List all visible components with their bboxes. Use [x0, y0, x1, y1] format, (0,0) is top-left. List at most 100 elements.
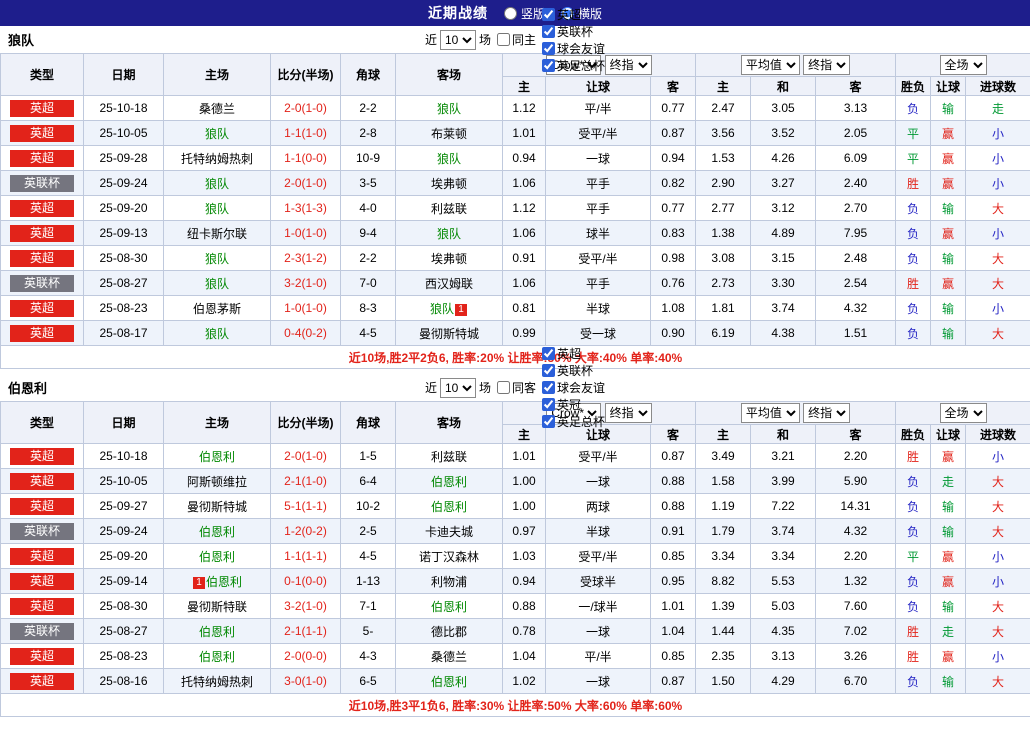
team-link[interactable]: 狼队	[205, 327, 229, 341]
league-filter-checkbox[interactable]	[542, 381, 555, 394]
avg-time-select[interactable]: 终指	[803, 55, 850, 75]
league-filter[interactable]: 英足总杯	[539, 413, 605, 430]
team-link[interactable]: 伯恩利	[431, 600, 467, 614]
score-cell[interactable]: 1-0(1-0)	[271, 221, 341, 246]
team-link[interactable]: 利兹联	[431, 450, 467, 464]
result-wdl-cell: 负	[896, 221, 931, 246]
team-link[interactable]: 桑德兰	[199, 102, 235, 116]
scope-select[interactable]: 全场	[940, 55, 987, 75]
team-link[interactable]: 狼队	[205, 202, 229, 216]
score-cell[interactable]: 0-4(0-2)	[271, 321, 341, 346]
corner-cell: 7-1	[341, 594, 396, 619]
match-count-select[interactable]: 10	[440, 30, 476, 50]
team-link[interactable]: 伯恩利	[199, 650, 235, 664]
same-venue-checkbox[interactable]	[497, 381, 510, 394]
league-filter-checkbox[interactable]	[542, 347, 555, 360]
team-link[interactable]: 卡迪夫城	[425, 525, 473, 539]
same-venue-filter[interactable]: 同主	[494, 31, 536, 48]
team-link[interactable]: 桑德兰	[431, 650, 467, 664]
team-link[interactable]: 伯恩利	[431, 500, 467, 514]
league-filter-checkbox[interactable]	[542, 364, 555, 377]
scope-select[interactable]: 全场	[940, 403, 987, 423]
team-link[interactable]: 伯恩利	[199, 625, 235, 639]
team-link[interactable]: 埃弗顿	[431, 177, 467, 191]
team-link[interactable]: 伯恩利	[431, 475, 467, 489]
team-link[interactable]: 埃弗顿	[431, 252, 467, 266]
team-link[interactable]: 布莱顿	[431, 127, 467, 141]
team-link[interactable]: 伯恩茅斯	[193, 302, 241, 316]
team-link[interactable]: 利物浦	[431, 575, 467, 589]
team-link[interactable]: 曼彻斯特城	[187, 500, 247, 514]
league-filter[interactable]: 英冠	[539, 396, 605, 413]
score-cell[interactable]: 2-0(0-0)	[271, 644, 341, 669]
odds-time-select[interactable]: 终指	[605, 403, 652, 423]
league-filter[interactable]: 英超	[539, 6, 605, 23]
result-handicap-cell: 走	[931, 469, 966, 494]
team-link[interactable]: 伯恩利	[431, 675, 467, 689]
same-venue-checkbox[interactable]	[497, 33, 510, 46]
team-link[interactable]: 伯恩利	[206, 575, 242, 589]
score-cell[interactable]: 1-1(1-1)	[271, 544, 341, 569]
same-venue-filter[interactable]: 同客	[494, 379, 536, 396]
odds-time-select[interactable]: 终指	[605, 55, 652, 75]
score-cell[interactable]: 1-2(0-2)	[271, 519, 341, 544]
team-link[interactable]: 利兹联	[431, 202, 467, 216]
team-link[interactable]: 纽卡斯尔联	[187, 227, 247, 241]
league-filter-checkbox[interactable]	[542, 25, 555, 38]
score-cell[interactable]: 3-2(1-0)	[271, 271, 341, 296]
score-cell[interactable]: 2-0(1-0)	[271, 171, 341, 196]
team-link[interactable]: 阿斯顿维拉	[187, 475, 247, 489]
league-filter[interactable]: 球会友谊	[539, 379, 605, 396]
league-badge: 英超	[10, 325, 74, 342]
avg-home-cell: 3.34	[696, 544, 751, 569]
score-cell[interactable]: 0-1(0-0)	[271, 569, 341, 594]
handicap-cell: 平手	[546, 271, 651, 296]
match-row: 英超25-09-28托特纳姆热刺1-1(0-0)10-9狼队0.94一球0.94…	[1, 146, 1030, 171]
team-link[interactable]: 德比郡	[431, 625, 467, 639]
league-filter[interactable]: 英足总杯	[539, 57, 605, 74]
avg-type-select[interactable]: 平均值	[741, 403, 800, 423]
team-link[interactable]: 曼彻斯特联	[187, 600, 247, 614]
league-filter[interactable]: 英联杯	[539, 23, 605, 40]
team-link[interactable]: 诺丁汉森林	[419, 550, 479, 564]
league-filter-checkbox[interactable]	[542, 59, 555, 72]
league-filter[interactable]: 英联杯	[539, 362, 605, 379]
score-cell[interactable]: 2-1(1-1)	[271, 619, 341, 644]
team-link[interactable]: 狼队	[205, 127, 229, 141]
team-link[interactable]: 伯恩利	[199, 525, 235, 539]
score-cell[interactable]: 2-3(1-2)	[271, 246, 341, 271]
score-cell[interactable]: 2-0(1-0)	[271, 444, 341, 469]
result-goals-cell: 大	[966, 494, 1030, 519]
team-link[interactable]: 狼队	[437, 152, 461, 166]
avg-type-select[interactable]: 平均值	[741, 55, 800, 75]
avg-time-select[interactable]: 终指	[803, 403, 850, 423]
league-filter-checkbox[interactable]	[542, 415, 555, 428]
team-link[interactable]: 托特纳姆热刺	[181, 152, 253, 166]
score-cell[interactable]: 1-0(1-0)	[271, 296, 341, 321]
score-cell[interactable]: 3-0(1-0)	[271, 669, 341, 694]
score-cell[interactable]: 1-3(1-3)	[271, 196, 341, 221]
team-link[interactable]: 狼队	[205, 277, 229, 291]
score-cell[interactable]: 3-2(1-0)	[271, 594, 341, 619]
score-cell[interactable]: 2-1(1-0)	[271, 469, 341, 494]
score-cell[interactable]: 2-0(1-0)	[271, 96, 341, 121]
match-count-select[interactable]: 10	[440, 378, 476, 398]
score-cell[interactable]: 1-1(1-0)	[271, 121, 341, 146]
league-filter-checkbox[interactable]	[542, 8, 555, 21]
score-cell[interactable]: 1-1(0-0)	[271, 146, 341, 171]
team-link[interactable]: 狼队	[437, 227, 461, 241]
team-link[interactable]: 托特纳姆热刺	[181, 675, 253, 689]
league-filter-checkbox[interactable]	[542, 398, 555, 411]
team-link[interactable]: 伯恩利	[199, 550, 235, 564]
league-filter[interactable]: 英超	[539, 345, 605, 362]
team-link[interactable]: 狼队	[205, 252, 229, 266]
team-link[interactable]: 曼彻斯特城	[419, 327, 479, 341]
league-filter-checkbox[interactable]	[542, 42, 555, 55]
team-link[interactable]: 狼队	[437, 102, 461, 116]
team-link[interactable]: 狼队	[205, 177, 229, 191]
team-link[interactable]: 西汉姆联	[425, 277, 473, 291]
team-link[interactable]: 伯恩利	[199, 450, 235, 464]
team-link[interactable]: 狼队	[430, 302, 454, 316]
score-cell[interactable]: 5-1(1-1)	[271, 494, 341, 519]
league-filter[interactable]: 球会友谊	[539, 40, 605, 57]
